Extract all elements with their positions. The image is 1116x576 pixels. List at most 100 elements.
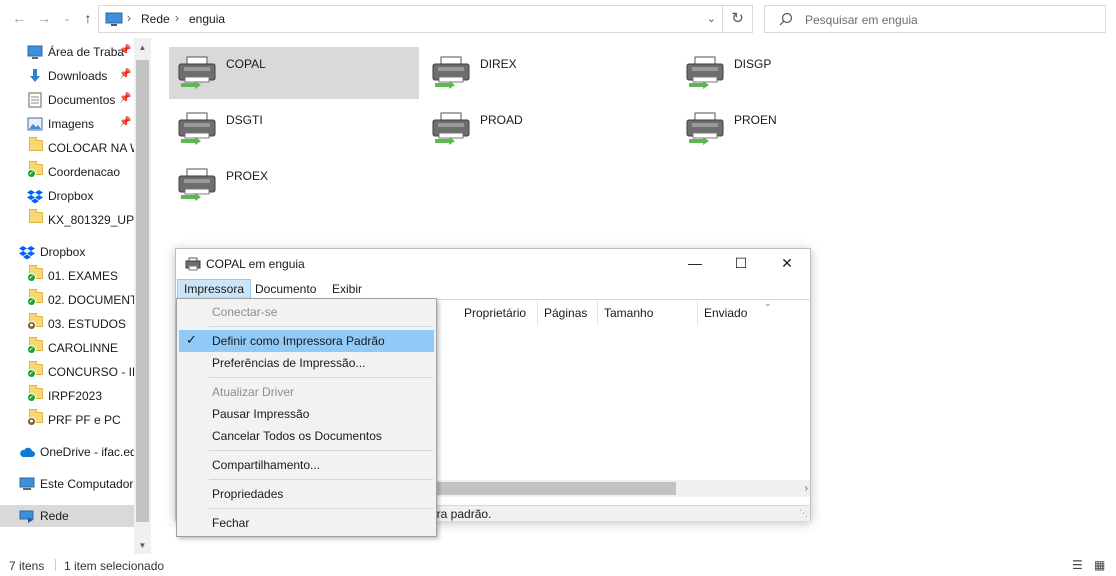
large-icons-view-icon[interactable]: ▦: [1094, 558, 1105, 572]
menu-item-label: Conectar-se: [212, 305, 278, 319]
sidebar-item-onedrive[interactable]: OneDrive - ifac.ed: [0, 441, 134, 463]
scroll-down-arrow-icon[interactable]: ▼: [134, 538, 151, 554]
pin-icon[interactable]: 📌: [119, 45, 131, 56]
search-icon: [779, 12, 793, 26]
menu-item-cancel-all[interactable]: Cancelar Todos os Documentos: [179, 425, 434, 447]
sidebar-item-downloads[interactable]: Downloads 📌: [0, 65, 134, 87]
sidebar-item-label: 02. DOCUMENTO: [48, 293, 134, 307]
selection-count: 1 item selecionado: [64, 559, 165, 573]
menu-separator: [209, 377, 433, 378]
printer-label: PROEN: [734, 113, 777, 127]
sidebar-item-estudos[interactable]: ● 03. ESTUDOS: [0, 313, 134, 335]
menu-item-set-default[interactable]: ✓ Definir como Impressora Padrão: [179, 330, 434, 352]
sidebar-scrollbar[interactable]: ▲ ▼: [134, 38, 151, 554]
breadcrumb-chevron-icon: ›: [175, 11, 179, 25]
sidebar-item-label: OneDrive - ifac.ed: [40, 445, 134, 459]
sidebar-item-label: Dropbox: [40, 245, 86, 259]
scrollbar-thumb[interactable]: [136, 60, 149, 522]
menu-exibir[interactable]: Exibir: [326, 279, 368, 299]
column-header-size[interactable]: Tamanho: [598, 300, 698, 326]
menu-item-properties[interactable]: Propriedades: [179, 483, 434, 505]
pin-icon[interactable]: 📌: [119, 69, 131, 80]
menu-item-label: Propriedades: [212, 487, 284, 501]
menu-item-pause-printing[interactable]: Pausar Impressão: [179, 403, 434, 425]
resize-grip-icon[interactable]: ⋱: [799, 508, 808, 519]
folder-icon: [29, 209, 43, 223]
column-header-submitted[interactable]: Enviado: [698, 300, 810, 326]
scrollbar-thumb[interactable]: [436, 482, 676, 495]
sidebar-item-exames[interactable]: ✓ 01. EXAMES: [0, 265, 134, 287]
menu-bar: Impressora Documento Exibir: [176, 279, 810, 299]
menu-item-print-preferences[interactable]: Preferências de Impressão...: [179, 352, 434, 374]
pin-icon[interactable]: 📌: [119, 117, 131, 128]
sidebar-item-kx[interactable]: KX_801329_UPD_: [0, 209, 134, 231]
printer-tile-disgp[interactable]: DISGP: [677, 47, 927, 99]
sidebar-item-dropbox-quick[interactable]: Dropbox: [0, 185, 134, 207]
sidebar-item-pictures[interactable]: Imagens 📌: [0, 113, 134, 135]
sidebar-item-documento[interactable]: ✓ 02. DOCUMENTO: [0, 289, 134, 311]
sidebar-item-label: CAROLINNE: [48, 341, 119, 355]
sidebar-item-label: Downloads: [48, 69, 108, 83]
sidebar-item-label: IRPF2023: [48, 389, 103, 403]
maximize-icon[interactable]: ☐: [718, 249, 764, 278]
address-dropdown-chevron-icon[interactable]: ⌄: [707, 12, 716, 25]
refresh-icon[interactable]: ↻: [722, 6, 752, 32]
sidebar-item-irpf[interactable]: ✓ IRPF2023: [0, 385, 134, 407]
back-arrow-icon[interactable]: ←: [10, 9, 28, 27]
status-bar: 7 itens 1 item selecionado ☰ ▦: [0, 554, 1116, 576]
printer-tile-proen[interactable]: PROEN: [677, 103, 927, 155]
folder-synced-icon: ✓: [27, 385, 43, 402]
menu-item-update-driver[interactable]: Atualizar Driver: [179, 381, 434, 403]
menu-impressora[interactable]: Impressora: [177, 279, 252, 299]
sidebar-item-label: COLOCAR NA W: [48, 141, 134, 155]
horizontal-scrollbar[interactable]: ›: [436, 480, 810, 497]
sidebar-item-concurso[interactable]: ✓ CONCURSO - IFA: [0, 361, 134, 383]
sidebar-item-computer[interactable]: Este Computador: [0, 473, 134, 495]
minimize-icon[interactable]: —: [672, 249, 718, 278]
column-header-pages[interactable]: Páginas: [538, 300, 598, 326]
printer-tile-dsgti[interactable]: DSGTI: [169, 103, 419, 155]
sidebar-item-rede[interactable]: Rede: [0, 505, 134, 527]
address-bar[interactable]: › Rede › enguia ⌄ ↻: [98, 5, 753, 33]
recent-locations-chevron-icon[interactable]: ⌄: [58, 9, 76, 27]
sidebar-item-coordenacao[interactable]: ✓ Coordenacao: [0, 161, 134, 183]
desktop-icon: [27, 45, 43, 59]
forward-arrow-icon[interactable]: →: [35, 9, 53, 27]
close-icon[interactable]: ✕: [764, 249, 810, 278]
sidebar-item-documents[interactable]: Documentos 📌: [0, 89, 134, 111]
sidebar-item-dropbox[interactable]: Dropbox: [0, 241, 134, 263]
pin-icon[interactable]: 📌: [119, 93, 131, 104]
scroll-up-arrow-icon[interactable]: ▲: [134, 40, 151, 56]
menu-item-label: Compartilhamento...: [212, 458, 321, 472]
breadcrumb-enguia[interactable]: enguia: [189, 12, 225, 26]
menu-item-connect[interactable]: Conectar-se: [179, 301, 434, 323]
onedrive-icon: [20, 447, 35, 457]
column-header-owner[interactable]: Proprietário: [458, 300, 538, 326]
menu-item-label: Definir como Impressora Padrão: [212, 334, 385, 348]
checkmark-icon: ✓: [186, 332, 197, 347]
printer-tile-proex[interactable]: PROEX: [169, 159, 419, 211]
menu-documento[interactable]: Documento: [249, 279, 322, 299]
scroll-right-arrow-icon[interactable]: ›: [805, 480, 808, 497]
printer-tile-copal[interactable]: COPAL: [169, 47, 419, 99]
printer-menu-dropdown: Conectar-se ✓ Definir como Impressora Pa…: [176, 298, 437, 537]
printer-tile-proad[interactable]: PROAD: [423, 103, 673, 155]
search-box[interactable]: Pesquisar em enguia: [764, 5, 1106, 33]
window-title-bar[interactable]: COPAL em enguia — ☐ ✕: [176, 249, 810, 279]
menu-item-close[interactable]: Fechar: [179, 512, 434, 534]
menu-item-label: Preferências de Impressão...: [212, 356, 366, 370]
printer-tile-direx[interactable]: DIREX: [423, 47, 673, 99]
sidebar-item-prf[interactable]: ● PRF PF e PC: [0, 409, 134, 431]
menu-item-sharing[interactable]: Compartilhamento...: [179, 454, 434, 476]
sidebar-item-label: CONCURSO - IFA: [48, 365, 134, 379]
sidebar-item-carolinne[interactable]: ✓ CAROLINNE: [0, 337, 134, 359]
up-arrow-icon[interactable]: ↑: [79, 9, 97, 27]
sidebar-item-desktop[interactable]: Área de Traba 📌: [0, 41, 134, 63]
folder-icon: [29, 137, 43, 151]
folder-synced-icon: ✓: [27, 161, 43, 178]
breadcrumb-rede[interactable]: Rede: [141, 12, 170, 26]
sidebar-item-colocar[interactable]: COLOCAR NA W: [0, 137, 134, 159]
details-view-icon[interactable]: ☰: [1072, 558, 1083, 572]
network-icon: [19, 510, 34, 523]
breadcrumb-chevron-icon: ›: [127, 11, 131, 25]
